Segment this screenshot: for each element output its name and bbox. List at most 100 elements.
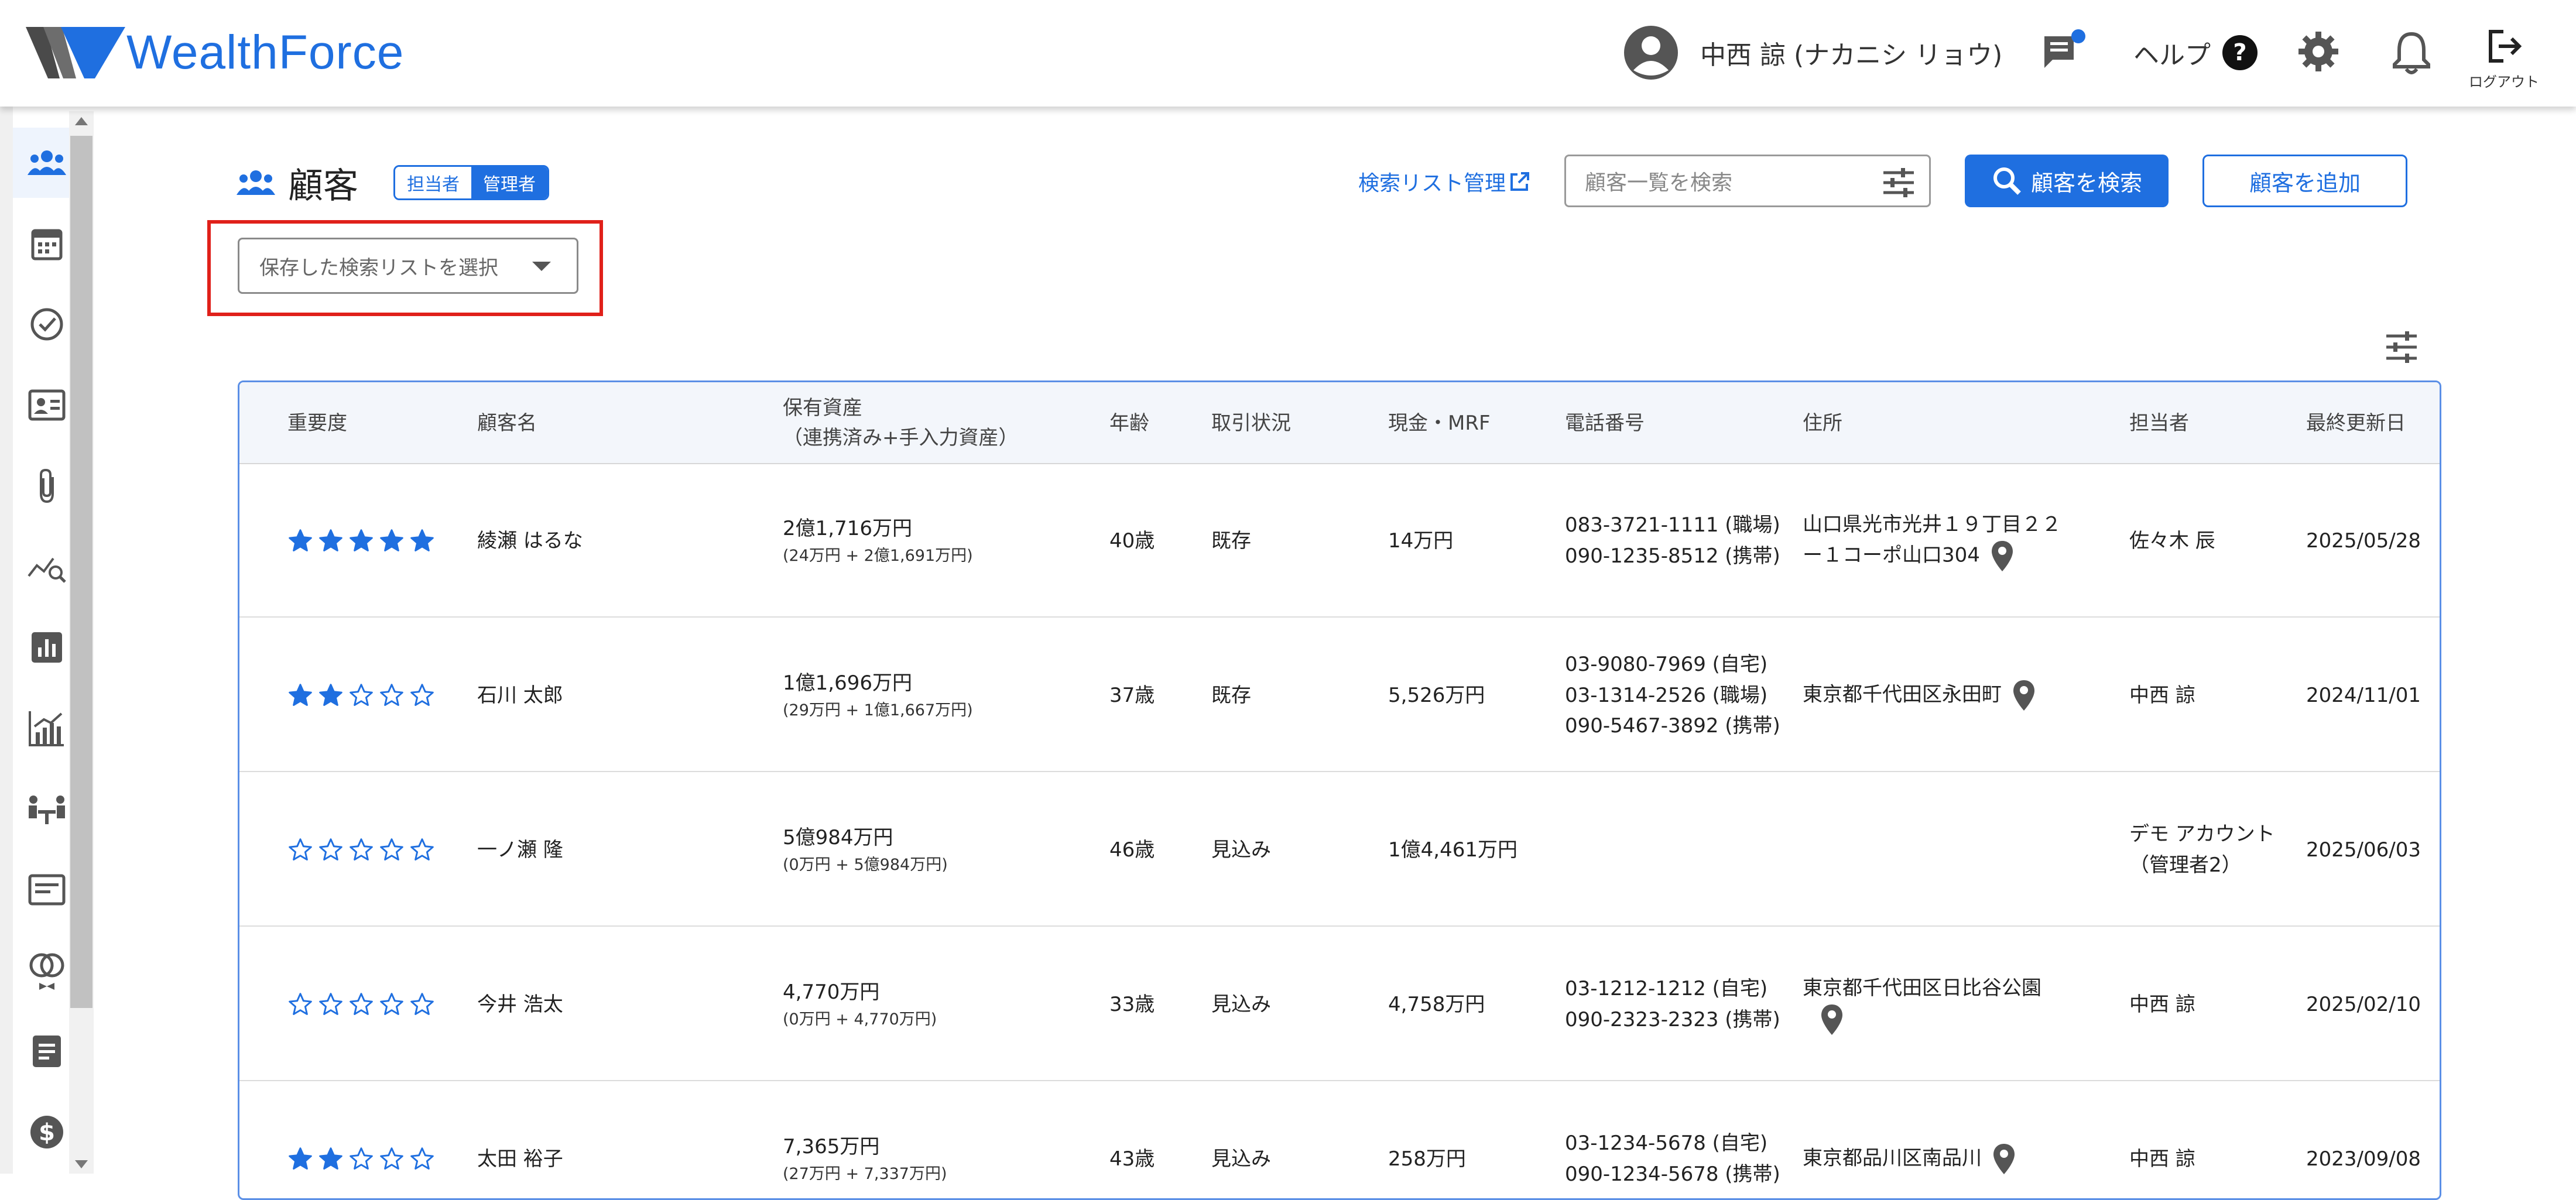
header-importance[interactable]: 重要度 xyxy=(287,382,347,464)
assets-detail: (29万円 + 1億1,667万円) xyxy=(783,701,973,720)
header-phone[interactable]: 電話番号 xyxy=(1565,382,1645,464)
header-address[interactable]: 住所 xyxy=(1803,382,1842,464)
logout-icon xyxy=(2489,30,2522,63)
star-filled-icon[interactable] xyxy=(379,528,405,554)
last-updated: 2023/09/08 xyxy=(2306,1147,2421,1171)
assets-detail: (27万円 + 7,337万円) xyxy=(783,1165,947,1184)
toggle-owner[interactable]: 担当者 xyxy=(395,167,471,198)
importance-stars[interactable] xyxy=(287,1146,435,1172)
brand-logo[interactable]: WealthForce xyxy=(26,23,404,82)
star-filled-icon[interactable] xyxy=(287,528,313,554)
star-filled-icon[interactable] xyxy=(287,1146,313,1172)
star-filled-icon[interactable] xyxy=(287,683,313,708)
header-status[interactable]: 取引状況 xyxy=(1211,382,1291,464)
column-settings-icon[interactable] xyxy=(2385,331,2418,363)
table-row[interactable]: 太田 裕子 7,365万円 (27万円 + 7,337万円) 43歳 見込み 258万円 0… xyxy=(239,1082,2440,1198)
phone-number[interactable]: 083-3721-1111 (職場) xyxy=(1565,510,1780,541)
star-outline-icon[interactable] xyxy=(348,992,374,1017)
phone-number[interactable]: 03-1314-2526 (職場) xyxy=(1565,680,1767,711)
search-customers-button[interactable]: 顧客を検索 xyxy=(1965,155,2169,207)
analytics-icon xyxy=(29,711,64,746)
sidebar-scrollbar-thumb[interactable] xyxy=(70,136,93,1008)
role-toggle[interactable]: 担当者 管理者 xyxy=(393,165,549,200)
caret-down-icon xyxy=(532,262,551,271)
map-pin-icon[interactable] xyxy=(1991,540,2014,572)
star-filled-icon[interactable] xyxy=(318,1146,344,1172)
scroll-down-arrow[interactable] xyxy=(75,1160,88,1168)
phone-number[interactable]: 03-1234-5678 (自宅) xyxy=(1565,1128,1767,1159)
header-owner[interactable]: 担当者 xyxy=(2129,382,2189,464)
star-outline-icon[interactable] xyxy=(318,992,344,1017)
importance-stars[interactable] xyxy=(287,683,435,708)
owner-cell: 中西 諒 xyxy=(2129,928,2195,1081)
customer-name[interactable]: 一ノ瀬 隆 xyxy=(477,773,563,927)
assets-total: 1億1,696万円 xyxy=(783,671,912,695)
help-button[interactable]: ヘルプ ? xyxy=(2133,29,2259,76)
customer-name[interactable]: 石川 太郎 xyxy=(477,619,563,772)
table-row[interactable]: 今井 浩太 4,770万円 (0万円 + 4,770万円) 33歳 見込み 4,758万円… xyxy=(239,928,2440,1081)
importance-stars[interactable] xyxy=(287,837,435,863)
logout-button[interactable]: ログアウト xyxy=(2466,28,2542,91)
phone-number[interactable]: 03-1212-1212 (自宅) xyxy=(1565,973,1767,1004)
star-outline-icon[interactable] xyxy=(409,992,435,1017)
table-row[interactable]: 石川 太郎 1億1,696万円 (29万円 + 1億1,667万円) 37歳 既存 5,5… xyxy=(239,619,2440,772)
star-outline-icon[interactable] xyxy=(409,1146,435,1172)
owner-name: 中西 諒 xyxy=(2129,1147,2195,1171)
logo-mark-icon xyxy=(26,27,125,78)
table-row[interactable]: 一ノ瀬 隆 5億984万円 (0万円 + 5億984万円) 46歳 見込み 1億4,461… xyxy=(239,773,2440,927)
scroll-up-arrow[interactable] xyxy=(75,117,88,125)
star-outline-icon[interactable] xyxy=(318,837,344,863)
customer-name[interactable]: 綾瀬 はるな xyxy=(477,464,583,618)
help-label: ヘルプ xyxy=(2133,40,2211,70)
customer-name[interactable]: 今井 浩太 xyxy=(477,928,563,1081)
importance-stars[interactable] xyxy=(287,528,435,554)
star-outline-icon[interactable] xyxy=(287,837,313,863)
customer-search-input[interactable]: 顧客一覧を検索 xyxy=(1564,155,1931,207)
star-filled-icon[interactable] xyxy=(348,528,374,554)
star-outline-icon[interactable] xyxy=(287,992,313,1017)
header-updated[interactable]: 最終更新日 xyxy=(2306,382,2406,464)
age: 37歳 xyxy=(1109,683,1155,707)
search-list-management-link[interactable]: 検索リスト管理 xyxy=(1358,166,1530,197)
phone-number[interactable]: 090-1234-5678 (携帯) xyxy=(1565,1159,1780,1190)
phone-number[interactable]: 090-1235-8512 (携帯) xyxy=(1565,541,1780,572)
star-outline-icon[interactable] xyxy=(409,683,435,708)
star-filled-icon[interactable] xyxy=(318,528,344,554)
messages-button[interactable] xyxy=(2040,29,2087,78)
header-name[interactable]: 顧客名 xyxy=(477,382,537,464)
star-filled-icon[interactable] xyxy=(409,528,435,554)
header-age[interactable]: 年齢 xyxy=(1109,382,1149,464)
notifications-button[interactable] xyxy=(2390,29,2433,78)
saved-search-list-select[interactable]: 保存した検索リストを選択 xyxy=(238,238,578,294)
phone-number[interactable]: 090-2323-2323 (携帯) xyxy=(1565,1004,1780,1036)
help-icon: ? xyxy=(2222,35,2258,70)
star-outline-icon[interactable] xyxy=(348,683,374,708)
settings-button[interactable] xyxy=(2296,29,2341,76)
add-customer-button[interactable]: 顧客を追加 xyxy=(2202,155,2407,207)
star-outline-icon[interactable] xyxy=(379,992,405,1017)
map-pin-icon[interactable] xyxy=(1992,1143,2016,1175)
star-outline-icon[interactable] xyxy=(409,837,435,863)
assets-cell: 5億984万円 (0万円 + 5億984万円) xyxy=(783,773,948,927)
star-outline-icon[interactable] xyxy=(379,683,405,708)
star-outline-icon[interactable] xyxy=(348,837,374,863)
table-row[interactable]: 綾瀬 はるな 2億1,716万円 (24万円 + 2億1,691万円) 40歳 既存 14… xyxy=(239,464,2440,618)
star-outline-icon[interactable] xyxy=(379,1146,405,1172)
user-menu[interactable]: 中西 諒 (ナカニシ リョウ) xyxy=(1623,25,2002,81)
map-pin-icon[interactable] xyxy=(2012,679,2036,712)
phone-number[interactable]: 090-5467-3892 (携帯) xyxy=(1565,711,1780,742)
bell-icon xyxy=(2393,32,2430,74)
star-outline-icon[interactable] xyxy=(348,1146,374,1172)
owner-cell: 中西 諒 xyxy=(2129,1082,2195,1198)
phone-number[interactable]: 03-9080-7969 (自宅) xyxy=(1565,649,1767,680)
toggle-admin[interactable]: 管理者 xyxy=(471,167,547,198)
star-filled-icon[interactable] xyxy=(318,683,344,708)
cash-mrf: 5,526万円 xyxy=(1388,683,1485,707)
star-outline-icon[interactable] xyxy=(379,837,405,863)
header-assets[interactable]: 保有資産 （連携済み+手入力資産） xyxy=(783,382,1019,464)
filter-tune-icon[interactable] xyxy=(1882,168,1915,197)
header-cash[interactable]: 現金・MRF xyxy=(1388,382,1491,464)
importance-stars[interactable] xyxy=(287,992,435,1017)
map-pin-icon[interactable] xyxy=(1820,1003,1844,1036)
customer-name[interactable]: 太田 裕子 xyxy=(477,1082,563,1198)
